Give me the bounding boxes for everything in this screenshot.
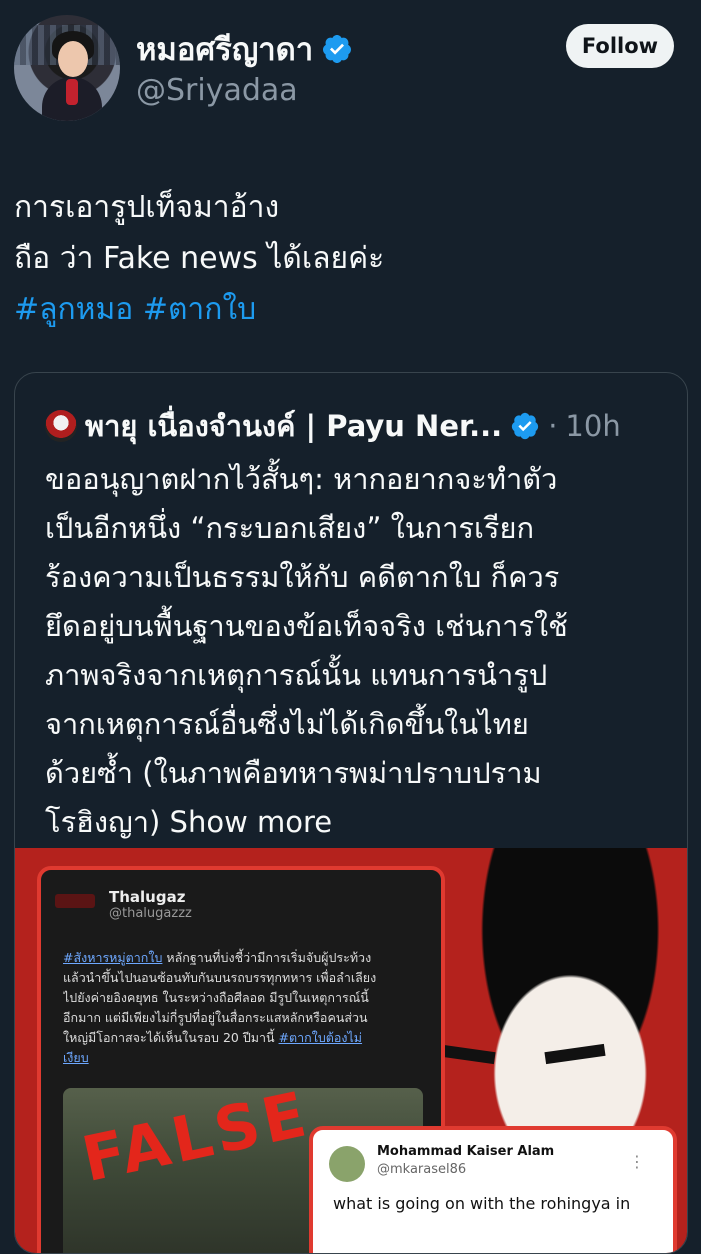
quote-line: โรฮิงญา) <box>45 805 161 839</box>
quote-timestamp[interactable]: 10h <box>565 409 620 443</box>
quote-line: ยึดอยู่บนพื้นฐานของข้อเท็จจริง เช่นการใช… <box>45 609 568 643</box>
author-avatar[interactable] <box>14 15 120 121</box>
quote-line: ด้วยซ้ำ (ในภาพคือทหารพม่าปราบปราม <box>45 756 542 790</box>
quote-media-image[interactable]: Thalugaz @thalugazzz #สังหารหมู่ตากใบ หล… <box>15 848 687 1253</box>
card-line: ไปยังค่ายอิงคยุทธ ในระหว่างถือศีลอด มีรู… <box>63 990 369 1005</box>
hashtag-link[interactable]: #ตากใบ <box>143 292 256 327</box>
quote-last-line: โรฮิงญา) Show more <box>45 798 677 847</box>
quote-line: ขออนุญาตฝากไว้สั้นๆ: หากอยากจะทำตัว <box>45 462 558 496</box>
card-line: ใหญ่มีโอกาสจะได้เห็นในรอบ 20 ปีมานี้ <box>63 1030 275 1045</box>
quote-header: พายุ เนื่องจำนงค์ | Payu Ner... · 10h <box>45 403 621 449</box>
card-text: #สังหารหมู่ตากใบ หลักฐานที่บ่งชี้ว่ามีกา… <box>63 948 423 1068</box>
tweet-header: หมอศรีญาดา @Sriyadaa Follow <box>0 0 701 130</box>
hashtag-link[interactable]: #ลูกหมอ <box>14 292 133 327</box>
verified-badge-icon <box>512 412 539 440</box>
card-logo <box>55 894 95 908</box>
quote-line: เป็นอีกหนึ่ง “กระบอกเสียง” ในการเรียก <box>45 511 535 545</box>
quote-author-name[interactable]: พายุ เนื่องจำนงค์ | Payu Ner... <box>85 403 502 449</box>
quote-line: จากเหตุการณ์อื่นซึ่งไม่ได้เกิดขึ้นในไทย <box>45 707 529 741</box>
reply-text: what is going on with the rohingya in <box>333 1194 631 1213</box>
card-line: หลักฐานที่บ่งชี้ว่ามีการเริ่มจับผู้ประท้… <box>162 950 372 965</box>
verified-badge-icon <box>323 35 352 63</box>
author-name-row: หมอศรีญาดา <box>136 24 353 74</box>
tweet-line: การเอารูปเท็จมาอ้าง <box>14 190 280 225</box>
tweet-hashtags: #ลูกหมอ #ตากใบ <box>14 284 684 335</box>
quote-line: ภาพจริงจากเหตุการณ์นั้น แทนการนำรูป <box>45 658 548 692</box>
card-author-handle: @thalugazzz <box>109 906 192 921</box>
card-line: อีกมาก แต่มีเพียงไม่กี่รูปที่อยู่ในสื่อก… <box>63 1010 368 1025</box>
tweet-text: การเอารูปเท็จมาอ้าง ถือ ว่า Fake news ได… <box>14 182 684 335</box>
tweet-line: ถือ ว่า Fake news ได้เลยค่ะ <box>14 241 385 276</box>
card-author-name: Thalugaz <box>109 888 186 906</box>
card-header: Thalugaz @thalugazzz <box>109 888 192 921</box>
author-name[interactable]: หมอศรีญาดา <box>136 24 313 74</box>
reply-author-name: Mohammad Kaiser Alam <box>377 1144 555 1159</box>
quote-body: ขออนุญาตฝากไว้สั้นๆ: หากอยากจะทำตัว เป็น… <box>45 455 677 847</box>
time-separator: · <box>548 409 558 443</box>
author-handle[interactable]: @Sriyadaa <box>136 73 298 108</box>
card-line: แล้วนำขึ้นไปนอนซ้อนทับกันบนรถบรรทุกทหาร … <box>63 970 377 985</box>
embedded-reply-card: Mohammad Kaiser Alam @mkarasel86 ⋮ what … <box>309 1126 677 1253</box>
card-hashtag: #ตากใบต้องไม่ <box>278 1030 363 1045</box>
follow-button[interactable]: Follow <box>566 24 674 68</box>
quote-avatar[interactable] <box>45 410 77 442</box>
reply-avatar <box>329 1146 365 1182</box>
more-options-icon: ⋮ <box>629 1152 645 1171</box>
reply-author-handle: @mkarasel86 <box>377 1162 467 1177</box>
card-hashtag: เงียบ <box>63 1050 89 1065</box>
show-more-link[interactable]: Show more <box>170 805 333 839</box>
quoted-tweet[interactable]: พายุ เนื่องจำนงค์ | Payu Ner... · 10h ขอ… <box>14 372 688 1254</box>
quote-line: ร้องความเป็นธรรมให้กับ คดีตากใบ ก็ควร <box>45 560 560 594</box>
card-hashtag: #สังหารหมู่ตากใบ <box>63 950 163 965</box>
